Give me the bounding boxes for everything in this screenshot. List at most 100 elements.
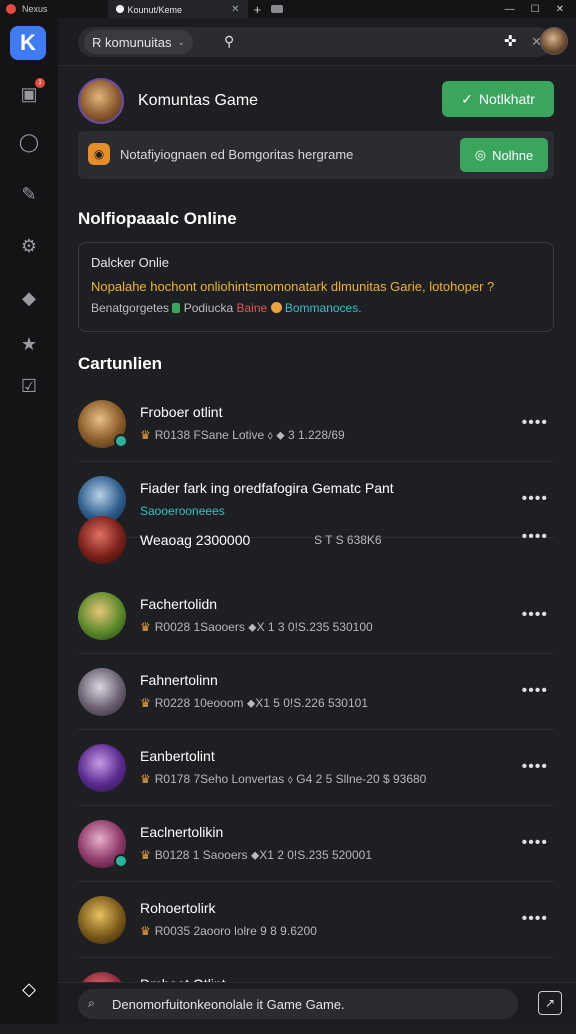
online-card-title: Dalcker Onlie <box>91 255 170 270</box>
member-avatar[interactable] <box>78 744 126 792</box>
tab-close-icon[interactable]: ✕ <box>231 4 239 15</box>
list-item[interactable]: Eaclnertolikin ♛ B0128 1 Saooers ⬥X1 2 0!S… <box>78 806 554 882</box>
user-avatar[interactable] <box>540 27 568 55</box>
online-button-label: Nolhne <box>492 147 534 163</box>
camera-icon: ◉ <box>88 143 110 165</box>
crown-icon: ♛ <box>140 848 151 862</box>
search-scope-chip[interactable]: R komunuitas ⌄ <box>84 30 194 54</box>
crown-icon: ♛ <box>140 696 151 710</box>
brush-icon[interactable]: ✎ <box>17 182 41 206</box>
online-button[interactable]: ◎ Nolhne <box>460 138 548 172</box>
notify-button-label: Notlkhatr <box>478 91 535 107</box>
online-card[interactable]: Dalcker Onlie Nopalahe hochont onliohint… <box>78 242 554 332</box>
list-item[interactable]: Fahnertolinn ♛ R0228 10eooom ⬥X1 5 0!S.226… <box>78 654 554 730</box>
new-tab-button[interactable]: + <box>254 2 262 17</box>
notification-badge: 1 <box>35 78 45 88</box>
more-options-icon[interactable]: •••• <box>522 758 548 776</box>
composer-search-icon: ⌕ <box>88 996 95 1010</box>
online-card-message: Nopalahe hochont onliohintsmomonatark dl… <box>91 279 495 294</box>
notice-text: Notafiyiognaen ed Bomgoritas hergrame <box>120 147 354 162</box>
inbox-icon[interactable]: ▣ 1 <box>17 78 45 106</box>
online-status-dot <box>114 434 128 448</box>
member-name: Rohoertolirk <box>140 900 216 916</box>
member-avatar[interactable] <box>78 516 126 564</box>
diamond-nav-icon[interactable]: ◇ <box>18 978 40 1000</box>
top-bar: R komunuitas ⌄ ⚲ ✕ ✜ <box>58 18 576 66</box>
sidebar: K ▣ 1 ◯ ✎ ⚙ ◆ ★ ☑ <box>0 18 58 1024</box>
maximize-button[interactable]: ☐ <box>531 4 540 15</box>
search-icon[interactable]: ⚲ <box>224 33 234 50</box>
tab-favicon-icon <box>115 5 124 13</box>
community-title: Komuntas Game <box>138 92 259 109</box>
list-item[interactable]: Froboer otlint ♛ R0138 FSane Lotive ⬨ ⬥ 3 … <box>78 386 554 462</box>
list-item[interactable]: Eanbertolint ♛ R0178 7Seho Lonvertas ⬨ G4 … <box>78 730 554 806</box>
star-icon[interactable]: ★ <box>17 332 41 356</box>
tab-overview-icon[interactable] <box>271 5 284 13</box>
member-name: Fiader fark ing oredfafogira Gematc Pant <box>140 480 394 496</box>
more-options-icon[interactable]: •••• <box>522 490 548 508</box>
members-section-title: Cartunlien <box>78 354 163 373</box>
member-name: Froboer otlint <box>140 404 223 420</box>
member-avatar[interactable] <box>78 400 128 448</box>
coin-icon <box>270 302 282 313</box>
app-logo[interactable]: K <box>10 26 46 60</box>
member-detail: ♛ B0128 1 Saooers ⬥X1 2 0!S.235 520001 <box>140 848 372 862</box>
online-status-icon: ◎ <box>474 147 487 162</box>
minimize-button[interactable]: — <box>505 4 515 15</box>
close-window-button[interactable]: ✕ <box>556 4 564 15</box>
community-avatar <box>78 78 124 124</box>
browser-tab[interactable]: Kounut/Keme ✕ <box>107 0 248 18</box>
settings-gear-icon[interactable]: ⚙ <box>17 234 41 258</box>
green-tag-icon <box>172 303 181 313</box>
search-scope-label: R komunuitas <box>92 34 172 50</box>
more-options-icon[interactable]: •••• <box>522 910 548 928</box>
member-name: Weaoag 2300000 <box>140 532 251 548</box>
more-options-icon[interactable]: •••• <box>522 682 548 700</box>
community-header: Komuntas Game ✓ Notlkhatr <box>78 78 554 126</box>
more-options-icon[interactable]: •••• <box>522 528 548 546</box>
member-detail: S T S 638K6 <box>314 533 382 547</box>
member-name: Fachertolidn <box>140 596 218 612</box>
member-avatar[interactable] <box>78 668 126 716</box>
online-section-title: Nolfiopaaalc Online <box>78 209 237 228</box>
member-avatar[interactable] <box>78 592 126 640</box>
more-options-icon[interactable]: •••• <box>522 414 548 432</box>
member-detail: ♛ R0228 10eooom ⬥X1 5 0!S.226 530101 <box>140 696 368 710</box>
member-detail: ♛ R0028 1Saooers ⬥X 1 3 0!S.235 530100 <box>140 620 373 634</box>
chevron-down-icon: ⌄ <box>177 36 186 47</box>
crown-icon: ♛ <box>140 620 151 634</box>
list-item[interactable]: Rohoertolirk ♛ R0035 2aooro lolre 9 8 9.62… <box>78 882 554 958</box>
member-name: Fahnertolinn <box>140 672 218 688</box>
more-options-icon[interactable]: •••• <box>522 606 548 624</box>
list-item[interactable]: Fachertolidn ♛ R0028 1Saooers ⬥X 1 3 0!S.2… <box>78 578 554 654</box>
controller-icon[interactable]: ◆ <box>17 286 41 310</box>
chat-bubble-icon[interactable]: ◯ <box>17 130 41 154</box>
member-detail: ♛ R0178 7Seho Lonvertas ⬨ G4 2 5 Sllne-20… <box>140 772 427 786</box>
tab-label: Kounut/Keme <box>127 5 183 15</box>
member-avatar[interactable] <box>78 896 126 944</box>
crown-icon: ♛ <box>140 772 151 786</box>
member-avatar[interactable] <box>78 820 128 868</box>
composer-bar: ⌕ Denomorfuitonkeonolale it Game Game. ↗ <box>58 982 576 1024</box>
member-detail: ♛ R0035 2aooro lolre 9 8 9.6200 <box>140 924 317 938</box>
record-dot-icon <box>6 4 16 14</box>
window-title: Nexus <box>22 4 48 14</box>
message-composer[interactable]: ⌕ Denomorfuitonkeonolale it Game Game. <box>78 989 518 1019</box>
crown-icon: ♛ <box>140 924 151 938</box>
send-icon[interactable]: ↗ <box>538 991 562 1015</box>
gamepad-icon[interactable]: ✜ <box>504 32 517 50</box>
window-titlebar: Nexus Kounut/Keme ✕ + — ☐ ✕ <box>0 0 576 18</box>
member-detail: ♛ R0138 FSane Lotive ⬨ ⬥ 3 1.228/69 <box>140 428 345 442</box>
checklist-icon[interactable]: ☑ <box>17 374 41 398</box>
composer-text: Denomorfuitonkeonolale it Game Game. <box>112 997 345 1012</box>
notice-banner: ◉ Notafiyiognaen ed Bomgoritas hergrame … <box>78 131 554 179</box>
notify-button[interactable]: ✓ Notlkhatr <box>442 81 554 117</box>
list-item[interactable]: Weaoag 2300000 S T S 638K6 •••• <box>78 512 554 568</box>
main-content: Komuntas Game ✓ Notlkhatr ◉ Notafiyiogna… <box>58 66 576 1024</box>
more-options-icon[interactable]: •••• <box>522 834 548 852</box>
member-name: Eanbertolint <box>140 748 215 764</box>
check-icon: ✓ <box>461 90 473 107</box>
online-card-footer: Benatgorgetes Podiucka Baine Bommanoces. <box>91 301 362 315</box>
search-bar[interactable]: R komunuitas ⌄ ⚲ ✕ <box>78 27 552 57</box>
crown-icon: ♛ <box>140 428 151 442</box>
